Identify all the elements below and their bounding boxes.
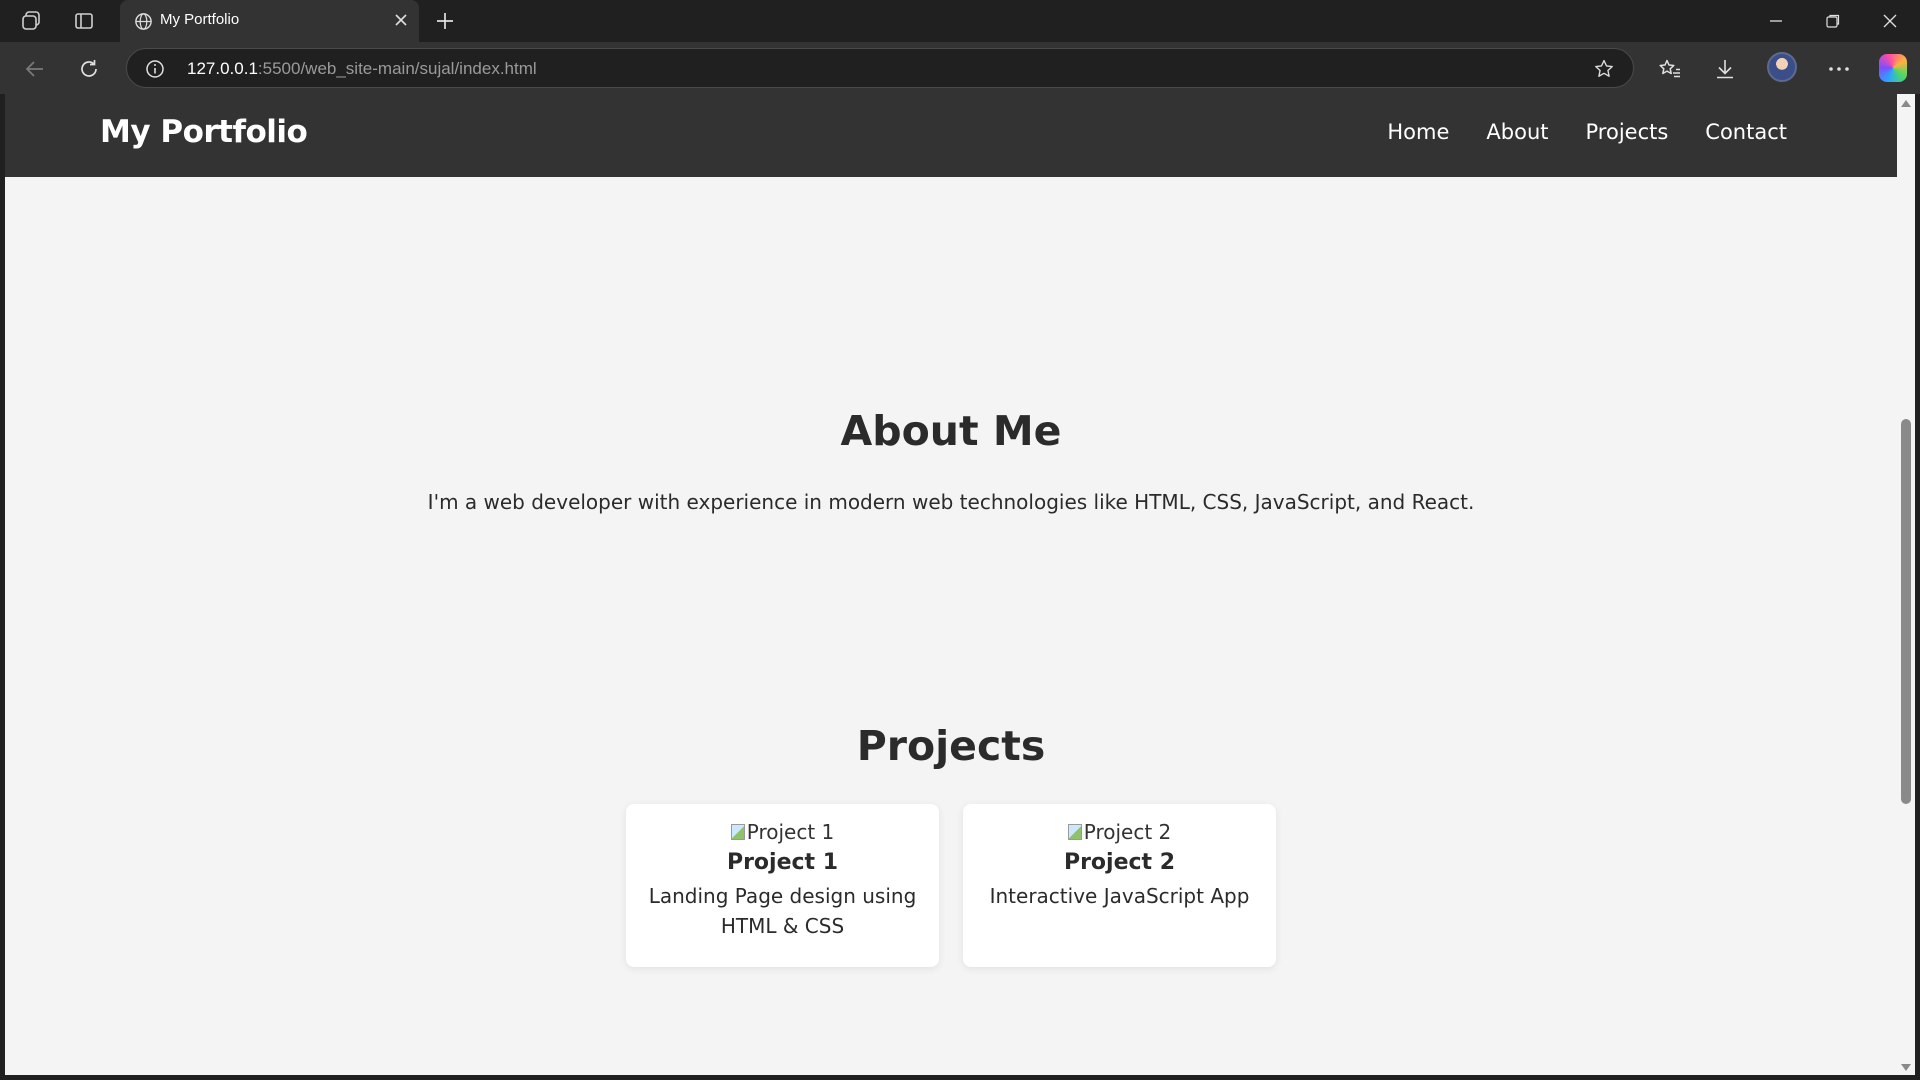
projects-heading: Projects (856, 722, 1046, 770)
window-frame-bottom (0, 1075, 1920, 1080)
site-logo[interactable]: My Portfolio (100, 114, 308, 150)
nav-link-contact[interactable]: Contact (1705, 120, 1787, 144)
project-image-1: Project 1 (626, 818, 939, 846)
project-description: Interactive JavaScript App (989, 884, 1250, 908)
back-icon[interactable] (21, 55, 49, 83)
scrollbar-thumb[interactable] (1901, 419, 1911, 804)
profile-avatar[interactable] (1767, 52, 1797, 82)
favorites-icon[interactable] (1655, 54, 1685, 84)
restore-icon[interactable] (1819, 8, 1847, 34)
page-scrollbar[interactable] (1897, 94, 1915, 1075)
page-viewport: My Portfolio Home About Projects Contact… (5, 94, 1897, 1075)
nav-link-about[interactable]: About (1486, 120, 1548, 144)
project-card-2[interactable]: Project 2 Project 2 Interactive JavaScri… (963, 804, 1276, 967)
minimize-icon[interactable] (1762, 8, 1790, 34)
project-image-alt: Project 1 (746, 820, 835, 844)
nav-link-projects[interactable]: Projects (1586, 120, 1669, 144)
refresh-icon[interactable] (75, 55, 103, 83)
broken-image-icon (1067, 824, 1082, 840)
project-image-alt: Project 2 (1083, 820, 1172, 844)
address-bar[interactable]: 127.0.0.1:5500/web_site-main/sujal/index… (126, 48, 1634, 88)
browser-titlebar: My Portfolio (0, 0, 1920, 42)
close-tab-icon[interactable] (393, 12, 409, 32)
project-title: Project 2 (1063, 850, 1176, 875)
project-title: Project 1 (726, 850, 839, 875)
browser-toolbar: 127.0.0.1:5500/web_site-main/sujal/index… (0, 42, 1920, 94)
more-icon[interactable] (1824, 54, 1854, 84)
project-card-1[interactable]: Project 1 Project 1 Landing Page design … (626, 804, 939, 967)
downloads-icon[interactable] (1710, 54, 1740, 84)
new-tab-icon[interactable] (433, 9, 457, 37)
tab-title: My Portfolio (160, 11, 240, 28)
site-info-icon[interactable] (145, 59, 165, 83)
scroll-up-arrow-icon[interactable] (1901, 100, 1911, 107)
about-heading: About Me (840, 407, 1062, 455)
site-header: My Portfolio Home About Projects Contact (5, 94, 1897, 177)
about-text: I'm a web developer with experience in m… (427, 490, 1475, 514)
window-frame-right (1915, 94, 1920, 1080)
close-window-icon[interactable] (1876, 8, 1904, 34)
tab-my-portfolio[interactable]: My Portfolio (120, 0, 419, 42)
nav-link-home[interactable]: Home (1387, 120, 1449, 144)
favorite-star-icon[interactable] (1593, 58, 1615, 84)
copilot-icon[interactable] (1879, 54, 1907, 82)
project-description: Landing Page design using HTML & CSS (648, 884, 917, 938)
tab-actions-icon[interactable] (72, 9, 96, 33)
url-text: 127.0.0.1:5500/web_site-main/sujal/index… (187, 59, 537, 78)
workspaces-icon[interactable] (20, 9, 44, 33)
site-nav: Home About Projects Contact (1387, 120, 1787, 144)
scroll-down-arrow-icon[interactable] (1901, 1064, 1911, 1071)
globe-icon (134, 12, 153, 35)
broken-image-icon (730, 824, 745, 840)
project-image-2: Project 2 (963, 818, 1276, 846)
